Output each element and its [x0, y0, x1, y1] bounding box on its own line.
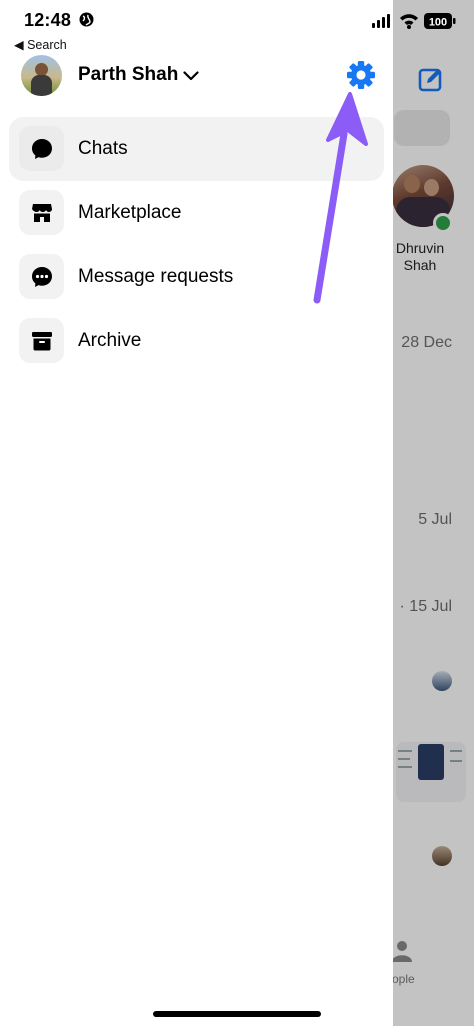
profile-avatar[interactable]	[21, 55, 62, 96]
message-requests-icon	[31, 266, 52, 287]
battery-level: 100	[429, 17, 447, 29]
menu-icon-container	[19, 126, 64, 171]
menu-icon-container	[19, 318, 64, 363]
menu-item-label: Message requests	[78, 266, 234, 287]
menu-item-label: Marketplace	[78, 202, 182, 223]
chevron-down-icon[interactable]	[183, 70, 199, 82]
archive-box-icon	[31, 331, 52, 350]
profile-name[interactable]: Parth Shah	[78, 64, 178, 86]
back-to-search-link[interactable]: ◀ Search	[14, 37, 67, 52]
status-indicators: 100	[372, 13, 456, 29]
wifi-icon	[400, 14, 418, 29]
menu-icon-container	[19, 254, 64, 299]
menu-item-archive[interactable]: Archive	[9, 309, 384, 373]
battery-icon: 100	[424, 13, 456, 29]
chat-bubble-icon	[31, 138, 52, 159]
menu-item-label: Chats	[78, 138, 128, 159]
status-time: 12:48	[24, 10, 72, 30]
storefront-icon	[31, 203, 52, 222]
annotation-arrow-icon	[313, 92, 368, 304]
settings-gear-icon[interactable]	[346, 60, 376, 90]
globe-icon	[79, 12, 94, 27]
menu-icon-container	[19, 190, 64, 235]
cellular-signal-icon	[372, 14, 390, 28]
home-indicator[interactable]	[153, 1011, 321, 1017]
menu-item-label: Archive	[78, 330, 142, 351]
